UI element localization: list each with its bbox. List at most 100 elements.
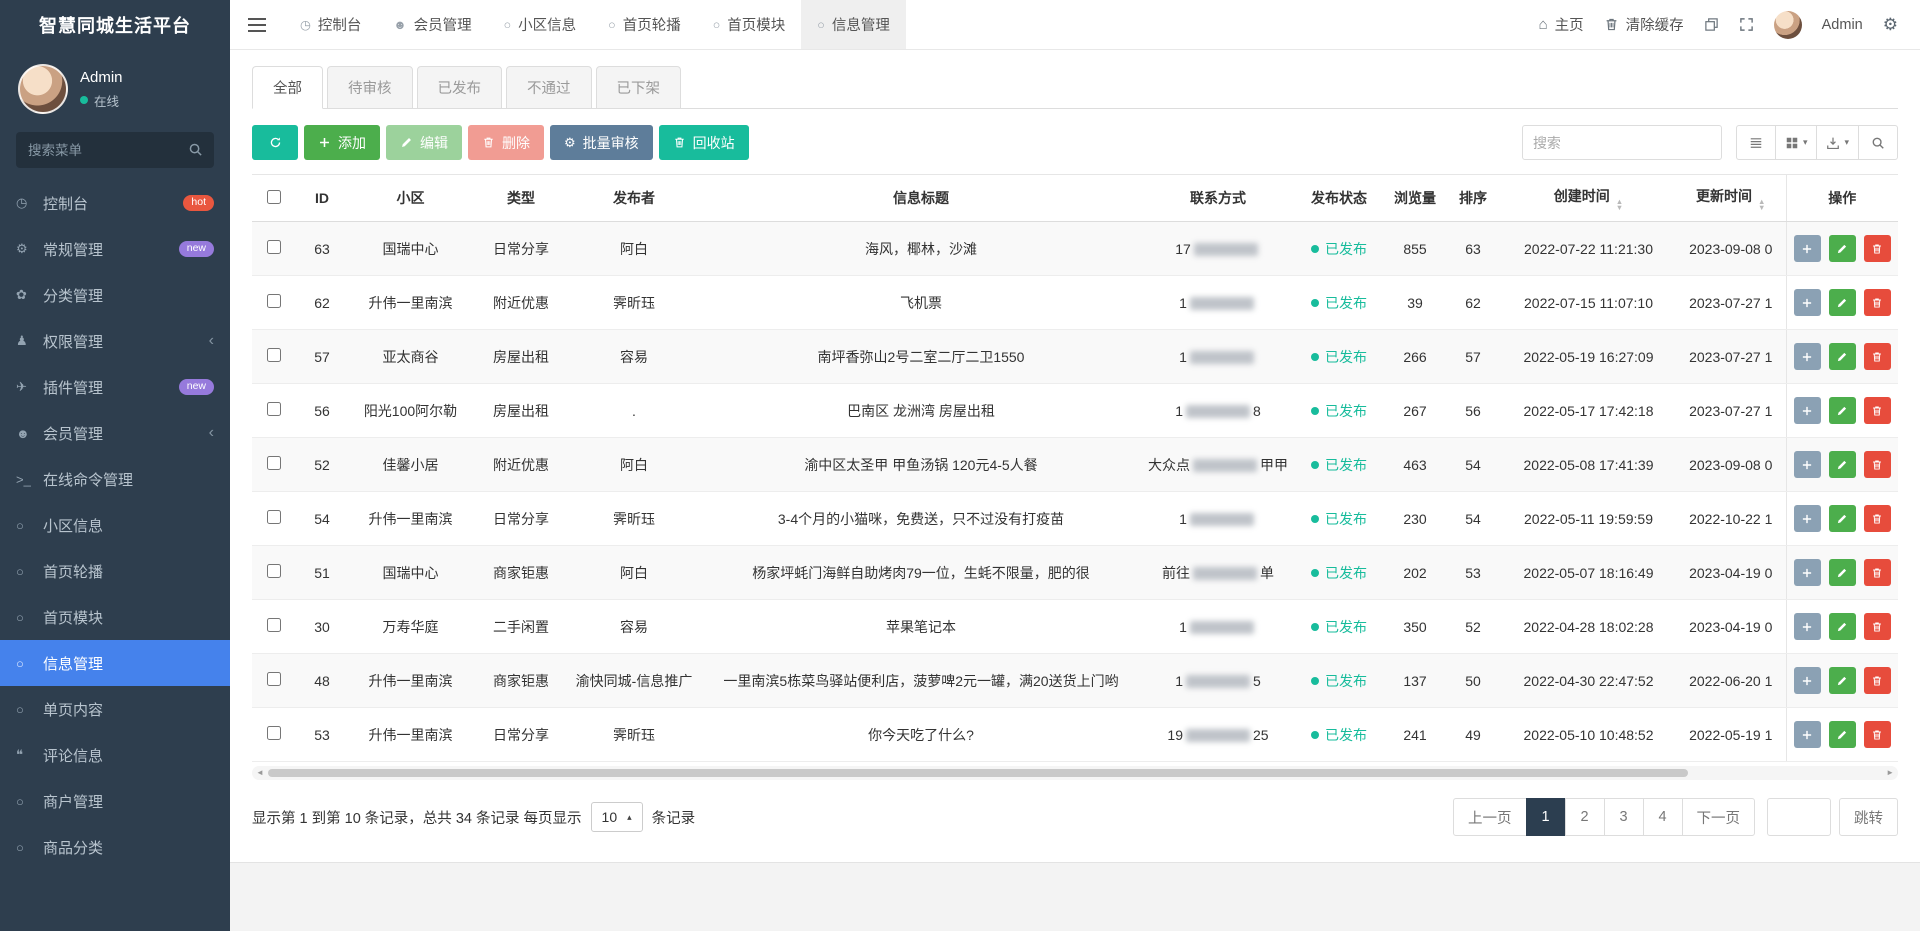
row-delete-button[interactable] [1863,235,1891,262]
scroll-right-icon[interactable]: ► [1886,769,1894,777]
row-checkbox[interactable] [267,456,281,470]
col-created[interactable]: 创建时间 ▲ ▼ [1501,174,1676,222]
col-status[interactable]: 发布状态 [1293,174,1385,222]
sidebar-item[interactable]: ☻ 会员管理 ‹ [0,410,230,456]
col-views[interactable]: 浏览量 [1385,174,1445,222]
sidebar-item[interactable]: ○ 小区信息 [0,502,230,548]
row-checkbox[interactable] [267,294,281,308]
row-expand-button[interactable] [1793,451,1821,478]
row-expand-button[interactable] [1793,505,1821,532]
scrollbar-thumb[interactable] [267,769,1689,777]
row-expand-button[interactable] [1793,721,1821,748]
row-checkbox[interactable] [267,348,281,362]
row-edit-button[interactable] [1828,343,1856,370]
row-edit-button[interactable] [1828,451,1856,478]
scroll-left-icon[interactable]: ◄ [256,769,264,777]
row-edit-button[interactable] [1828,721,1856,748]
filter-tab[interactable]: 已发布 [416,66,502,109]
row-checkbox[interactable] [267,564,281,578]
menu-toggle-icon[interactable] [230,0,284,49]
page-button[interactable]: 3 [1603,798,1644,836]
filter-tab[interactable]: 已下架 [595,66,681,109]
row-delete-button[interactable] [1863,397,1891,424]
page-button[interactable]: 4 [1642,798,1683,836]
row-delete-button[interactable] [1863,343,1891,370]
col-contact[interactable]: 联系方式 [1143,174,1293,222]
table-row[interactable]: 57 亚太商谷 房屋出租 容易 南坪香弥山2号二室二厅二卫1550 1 已发布 … [252,329,1898,384]
sidebar-item[interactable]: ✿ 分类管理 [0,272,230,318]
sidebar-item[interactable]: ○ 首页模块 [0,594,230,640]
row-checkbox[interactable] [267,672,281,686]
sidebar-item[interactable]: ❝ 评论信息 [0,732,230,778]
row-expand-button[interactable] [1793,667,1821,694]
filter-tab[interactable]: 不通过 [506,66,592,109]
table-row[interactable]: 56 阳光100阿尔勒 房屋出租 . 巴南区 龙洲湾 房屋出租 18 已发布 2… [252,383,1898,438]
row-edit-button[interactable] [1828,397,1856,424]
columns-button[interactable]: ▾ [1774,125,1818,160]
filter-tab[interactable]: 全部 [252,66,323,109]
col-type[interactable]: 类型 [473,174,569,222]
row-expand-button[interactable] [1793,343,1821,370]
table-row[interactable]: 51 国瑞中心 商家钜惠 阿白 杨家坪蚝门海鲜自助烤肉79一位，生蚝不限量，肥的… [252,545,1898,600]
row-delete-button[interactable] [1863,505,1891,532]
row-checkbox[interactable] [267,402,281,416]
add-button[interactable]: 添加 [304,125,380,160]
table-row[interactable]: 30 万寿华庭 二手闲置 容易 苹果笔记本 1 已发布 350 52 2022-… [252,599,1898,654]
row-delete-button[interactable] [1863,667,1891,694]
horizontal-scrollbar[interactable]: ◄ ► [252,766,1898,780]
next-page-button[interactable]: 下一页 [1681,798,1755,836]
page-size-select[interactable]: 10 ▴ [590,802,643,832]
row-edit-button[interactable] [1828,613,1856,640]
row-checkbox[interactable] [267,510,281,524]
export-button[interactable]: ▾ [1816,125,1859,160]
sidebar-item[interactable]: ○ 商户管理 [0,778,230,824]
col-id[interactable]: ID [296,174,348,222]
recycle-bin-button[interactable]: 回收站 [658,125,749,160]
table-row[interactable]: 54 升伟一里南滨 日常分享 霁昕珏 3-4个月的小猫咪，免费送，只不过没有打疫… [252,491,1898,546]
sidebar-item[interactable]: ○ 商品分类 [0,824,230,870]
table-row[interactable]: 62 升伟一里南滨 附近优惠 霁昕珏 飞机票 1 已发布 39 62 2022-… [252,275,1898,330]
user-avatar[interactable] [1773,10,1802,39]
topbar-username[interactable]: Admin [1822,17,1863,33]
settings-gear-icon[interactable]: ⚙ [1883,15,1898,35]
row-expand-button[interactable] [1793,613,1821,640]
col-community[interactable]: 小区 [348,174,473,222]
row-expand-button[interactable] [1793,235,1821,262]
topbar-tab[interactable]: ○ 首页模块 [697,0,802,49]
batch-audit-button[interactable]: ⚙ 批量审核 [550,125,653,160]
filter-tab[interactable]: 待审核 [327,66,413,109]
edit-button[interactable]: 编辑 [386,125,462,160]
row-delete-button[interactable] [1863,721,1891,748]
row-edit-button[interactable] [1828,289,1856,316]
delete-button[interactable]: 删除 [468,125,544,160]
copy-tabs-button[interactable] [1704,17,1719,32]
table-row[interactable]: 48 升伟一里南滨 商家钜惠 渝快同城-信息推广 一里南滨5栋菜鸟驿站便利店，菠… [252,653,1898,708]
search-toggle-button[interactable] [1858,125,1898,160]
page-button[interactable]: 2 [1564,798,1605,836]
col-updated[interactable]: 更新时间 ▲ ▼ [1676,174,1786,222]
sidebar-item[interactable]: ♟ 权限管理 ‹ [0,318,230,364]
jump-button[interactable]: 跳转 [1839,798,1898,836]
row-delete-button[interactable] [1863,289,1891,316]
row-expand-button[interactable] [1793,289,1821,316]
col-sort[interactable]: 排序 [1445,174,1501,222]
row-edit-button[interactable] [1828,667,1856,694]
row-checkbox[interactable] [267,726,281,740]
col-publisher[interactable]: 发布者 [569,174,699,222]
page-jump-input[interactable] [1767,798,1831,836]
row-checkbox[interactable] [267,240,281,254]
sidebar-item[interactable]: ○ 信息管理 [0,640,230,686]
sidebar-item[interactable]: ⚙ 常规管理 new [0,226,230,272]
table-row[interactable]: 53 升伟一里南滨 日常分享 霁昕珏 你今天吃了什么? 19 25 已发布 241… [252,707,1898,762]
row-edit-button[interactable] [1828,559,1856,586]
row-delete-button[interactable] [1863,559,1891,586]
home-link[interactable]: ⌂ 主页 [1539,14,1584,35]
table-row[interactable]: 52 佳馨小居 附近优惠 阿白 渝中区太圣甲 甲鱼汤锅 120元4-5人餐 大众… [252,437,1898,492]
clear-cache-button[interactable]: 清除缓存 [1604,14,1684,35]
sidebar-item[interactable]: ○ 首页轮播 [0,548,230,594]
topbar-tab[interactable]: ☻ 会员管理 [377,0,487,49]
topbar-tab[interactable]: ○ 信息管理 [801,0,906,49]
row-checkbox[interactable] [267,618,281,632]
fullscreen-button[interactable] [1739,17,1754,32]
row-delete-button[interactable] [1863,613,1891,640]
